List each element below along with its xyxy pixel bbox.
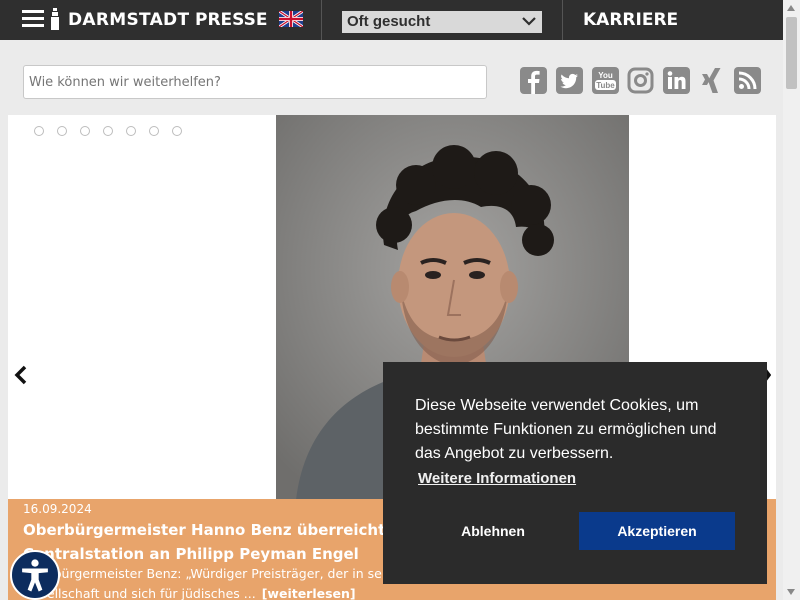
weiterlesen-link[interactable]: [weiterlesen] [262,586,356,600]
search-input[interactable] [23,65,487,99]
presse-link[interactable]: PRESSE [195,10,268,30]
uk-flag-icon[interactable] [279,11,303,27]
slide-teaser-line: Oberbürgermeister Benz: „Würdiger Preist… [23,566,382,581]
slider-dot[interactable] [149,126,159,136]
slide-title-line: Centralstation an Philipp Peyman Engel [23,545,359,563]
linkedin-icon[interactable] [663,67,690,94]
slide-title-line: Oberbürgermeister Hanno Benz überreicht … [23,521,383,539]
tower-logo-icon [51,8,59,30]
slider-dot[interactable] [80,126,90,136]
slider-dots [34,126,182,136]
cookie-banner: Diese Webseite verwendet Cookies, um bes… [383,362,767,584]
accessibility-icon[interactable] [10,550,60,600]
scroll-down-arrow-icon[interactable] [787,589,795,595]
scrollbar-thumb[interactable] [786,17,797,89]
xing-icon[interactable] [698,67,725,94]
cookie-message: Diese Webseite verwendet Cookies, um bes… [415,397,717,462]
vertical-scrollbar[interactable] [783,0,800,600]
slide-teaser-line: Gesellschaft und sich für jüdisches ... [23,586,256,600]
facebook-icon[interactable] [520,67,547,94]
menu-icon[interactable] [22,10,44,28]
slider-dot[interactable] [103,126,113,136]
instagram-icon[interactable] [627,67,654,94]
nav-divider [321,0,322,40]
slider-dot[interactable] [172,126,182,136]
twitter-icon[interactable] [556,67,583,94]
rss-icon[interactable] [734,67,761,94]
slide-date: 16.09.2024 [23,502,92,516]
oft-gesucht-label: Oft gesucht [347,13,431,30]
slide-title[interactable]: Oberbürgermeister Hanno Benz überreicht … [23,518,383,566]
youtube-icon[interactable]: You Tube [592,67,619,94]
search-row: You Tube [0,40,783,115]
slider-dot[interactable] [57,126,67,136]
chevron-down-icon [522,17,536,26]
svg-text:You: You [598,71,613,80]
slider-dot[interactable] [34,126,44,136]
more-info-link[interactable]: Weitere Informationen [418,470,576,487]
karriere-link[interactable]: KARRIERE [583,10,678,30]
nav-divider [562,0,563,40]
previous-slide-arrow-icon[interactable] [14,365,28,385]
scroll-up-arrow-icon[interactable] [787,5,795,11]
svg-text:Tube: Tube [596,81,615,90]
brand-link[interactable]: DARMSTADT [68,10,189,30]
slider-dot[interactable] [126,126,136,136]
top-navigation-bar: DARMSTADT PRESSE Oft gesucht KARRIERE [0,0,783,40]
slide-teaser: Oberbürgermeister Benz: „Würdiger Preist… [23,564,383,600]
accept-button[interactable]: Akzeptieren [579,512,735,550]
decline-button[interactable]: Ablehnen [426,512,560,550]
oft-gesucht-dropdown[interactable]: Oft gesucht [342,11,542,33]
